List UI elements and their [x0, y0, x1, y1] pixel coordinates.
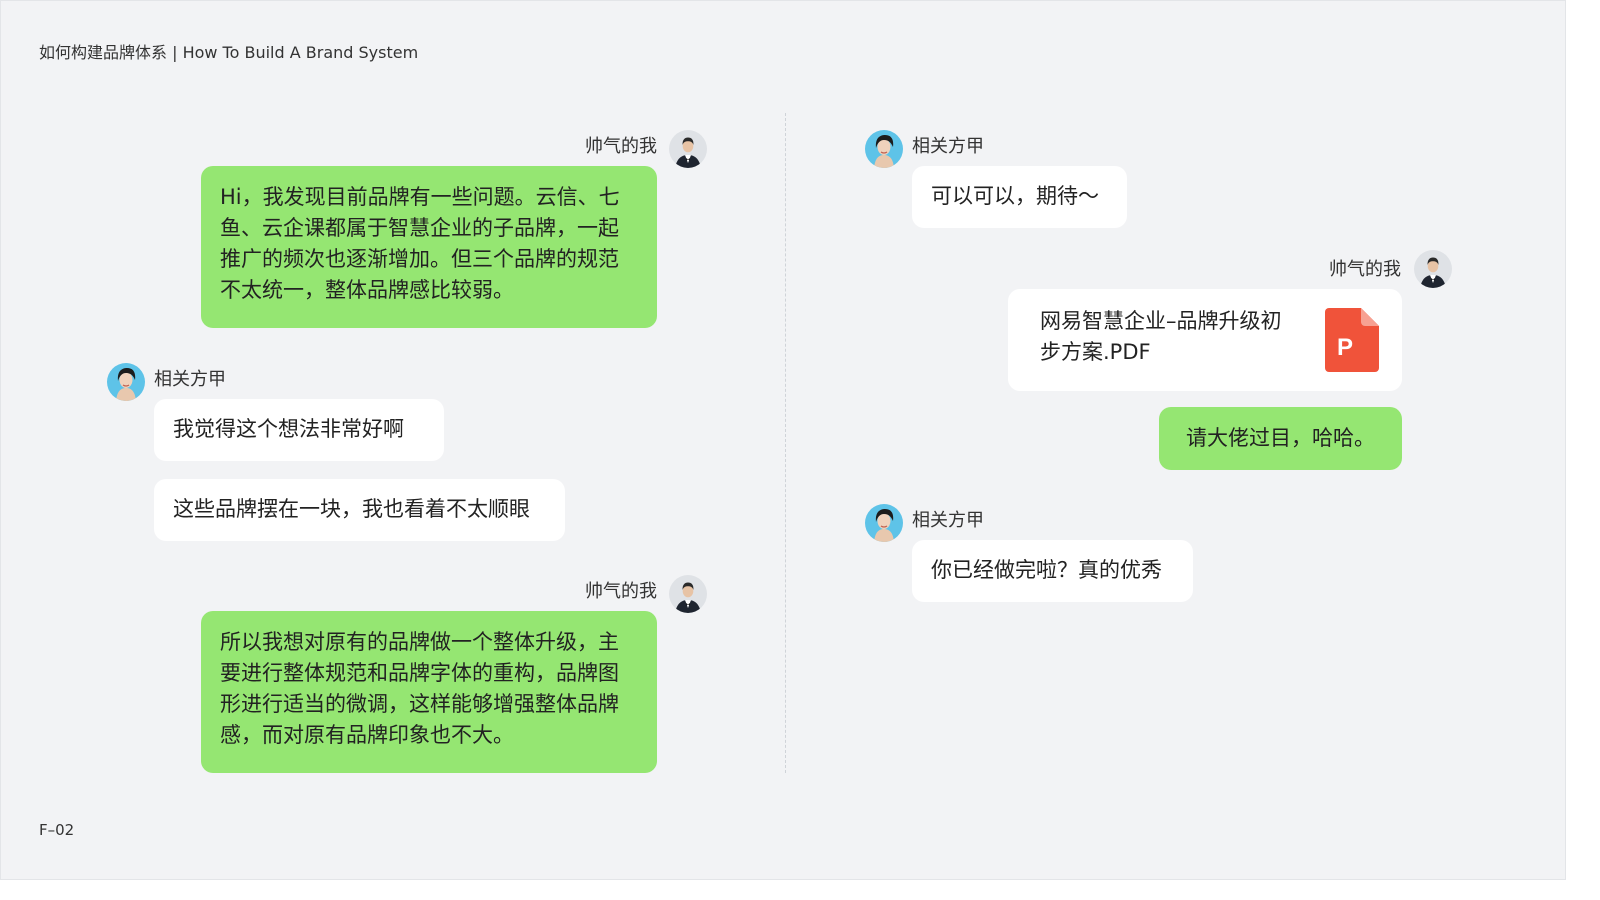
man-avatar-icon — [669, 130, 707, 168]
message-text: 我觉得这个想法非常好啊 — [173, 417, 404, 441]
sender-name-other: 相关方甲 — [912, 510, 984, 531]
message-bubble-other[interactable]: 这些品牌摆在一块，我也看着不太顺眼 — [154, 479, 565, 541]
my-avatar[interactable] — [669, 130, 707, 168]
message-text: 可以可以，期待～ — [931, 184, 1099, 208]
sender-name-me: 帅气的我 — [1329, 259, 1401, 280]
other-avatar[interactable] — [865, 130, 903, 168]
woman-avatar-icon — [865, 130, 903, 168]
other-avatar[interactable] — [107, 363, 145, 401]
sender-name-me: 帅气的我 — [585, 136, 657, 157]
message-text: 这些品牌摆在一块，我也看着不太顺眼 — [173, 497, 530, 521]
pdf-file-icon: P — [1325, 308, 1379, 372]
message-bubble-other[interactable]: 你已经做完啦？真的优秀 — [912, 540, 1193, 602]
sender-name-other: 相关方甲 — [154, 369, 226, 390]
message-bubble-other[interactable]: 可以可以，期待～ — [912, 166, 1127, 228]
my-avatar[interactable] — [669, 575, 707, 613]
man-avatar-icon — [1414, 250, 1452, 288]
page-title: 如何构建品牌体系 | How To Build A Brand System — [39, 43, 419, 62]
column-divider — [785, 113, 786, 773]
sender-name-me: 帅气的我 — [585, 581, 657, 602]
my-avatar[interactable] — [1414, 250, 1452, 288]
pdf-icon-letter: P — [1337, 334, 1353, 361]
woman-avatar-icon — [107, 363, 145, 401]
message-text: 请大佬过目，哈哈。 — [1186, 426, 1375, 450]
file-message-bubble[interactable]: 网易智慧企业–品牌升级初步方案.PDF P — [1008, 289, 1402, 391]
woman-avatar-icon — [865, 504, 903, 542]
message-bubble-me[interactable]: Hi，我发现目前品牌有一些问题。云信、七鱼、云企课都属于智慧企业的子品牌，一起推… — [201, 166, 657, 328]
man-avatar-icon — [669, 575, 707, 613]
message-text: 所以我想对原有的品牌做一个整体升级，主要进行整体规范和品牌字体的重构，品牌图形进… — [220, 630, 619, 747]
message-bubble-other[interactable]: 我觉得这个想法非常好啊 — [154, 399, 444, 461]
page-code: F–02 — [39, 821, 75, 839]
message-bubble-me[interactable]: 请大佬过目，哈哈。 — [1159, 407, 1402, 470]
message-text: Hi，我发现目前品牌有一些问题。云信、七鱼、云企课都属于智慧企业的子品牌，一起推… — [220, 185, 620, 302]
sender-name-other: 相关方甲 — [912, 136, 984, 157]
file-name: 网易智慧企业–品牌升级初步方案.PDF — [1040, 309, 1282, 364]
message-text: 你已经做完啦？真的优秀 — [931, 558, 1162, 582]
message-bubble-me[interactable]: 所以我想对原有的品牌做一个整体升级，主要进行整体规范和品牌字体的重构，品牌图形进… — [201, 611, 657, 773]
slide: 如何构建品牌体系 | How To Build A Brand System F… — [0, 0, 1566, 880]
other-avatar[interactable] — [865, 504, 903, 542]
